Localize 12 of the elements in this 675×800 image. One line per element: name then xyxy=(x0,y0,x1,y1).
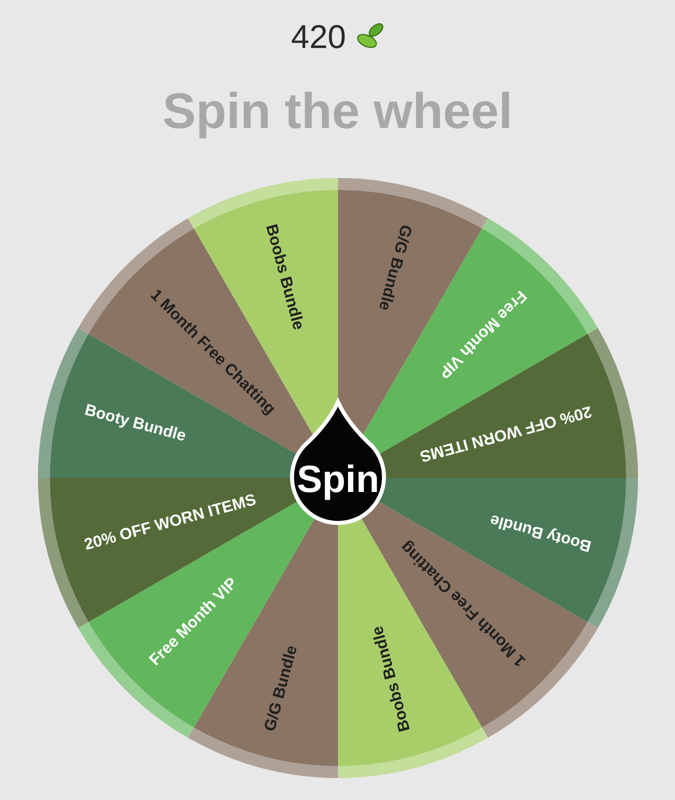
leaf-icon xyxy=(354,21,384,51)
segment-label: G/G Bundle xyxy=(374,222,414,312)
spin-button[interactable]: Spin xyxy=(290,400,386,525)
segment-label: Boobs Bundle xyxy=(368,624,414,734)
segment-label: 20% OFF WORN ITEMS xyxy=(82,492,258,554)
page-title: Spin the wheel xyxy=(162,86,513,136)
balance-amount: 420 xyxy=(290,20,346,52)
segment-label: G/G Bundle xyxy=(261,644,300,734)
segment-label: Booty Bundle xyxy=(488,510,593,554)
segment-label: Boobs Bundle xyxy=(262,222,306,332)
segment-label: Booty Bundle xyxy=(82,402,188,446)
segment-label: 20% OFF WORN ITEMS xyxy=(418,402,593,464)
